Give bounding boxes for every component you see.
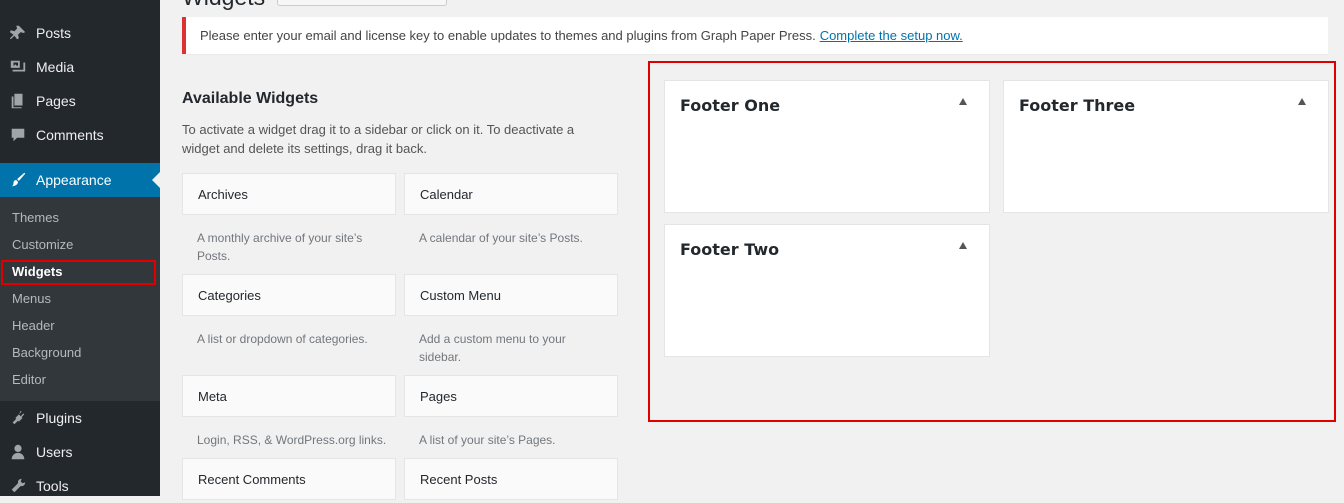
comment-icon bbox=[8, 125, 28, 145]
submenu-item-customize[interactable]: Customize bbox=[12, 235, 73, 255]
appearance-submenu: Themes Customize Widgets Menus Header Ba… bbox=[0, 197, 160, 401]
menu-label: Comments bbox=[36, 127, 104, 143]
widget-pages[interactable]: Pages bbox=[404, 375, 618, 417]
menu-label: Tools bbox=[36, 478, 69, 494]
widget-archives[interactable]: Archives bbox=[182, 173, 396, 215]
current-arrow bbox=[152, 172, 160, 188]
user-icon bbox=[8, 442, 28, 462]
collapse-arrow-icon[interactable] bbox=[1298, 98, 1306, 105]
menu-label: Media bbox=[36, 59, 75, 75]
menu-label: Users bbox=[36, 444, 73, 460]
notice-text: Please enter your email and license key … bbox=[200, 28, 816, 43]
sidebar-footer-three[interactable]: Footer Three bbox=[1003, 80, 1329, 213]
sidebar-title: Footer Two bbox=[680, 240, 780, 259]
widget-custom-menu[interactable]: Custom Menu bbox=[404, 274, 618, 316]
menu-label: Posts bbox=[36, 25, 72, 41]
widget-description: Add a custom menu to your sidebar. bbox=[419, 332, 566, 364]
widget-description: A list or dropdown of categories. bbox=[197, 332, 368, 346]
available-widgets-title: Available Widgets bbox=[182, 90, 319, 107]
widget-recent-comments[interactable]: Recent Comments bbox=[182, 458, 396, 500]
sidebar-footer-two[interactable]: Footer Two bbox=[664, 224, 990, 357]
menu-label: Appearance bbox=[36, 172, 112, 188]
sidebar-title: Footer Three bbox=[1019, 96, 1136, 115]
pages-icon bbox=[8, 91, 28, 111]
submenu-item-menus[interactable]: Menus bbox=[12, 289, 51, 309]
widget-recent-posts[interactable]: Recent Posts bbox=[404, 458, 618, 500]
submenu-item-background[interactable]: Background bbox=[12, 343, 81, 363]
widget-calendar[interactable]: Calendar bbox=[404, 173, 618, 215]
page-title: Widgets bbox=[182, 0, 265, 11]
menu-item-media[interactable]: Media bbox=[0, 50, 160, 84]
wrench-icon bbox=[8, 476, 28, 496]
menu-item-users[interactable]: Users bbox=[0, 435, 160, 469]
media-icon bbox=[8, 57, 28, 77]
menu-label: Plugins bbox=[36, 410, 82, 426]
menu-label: Pages bbox=[36, 93, 76, 109]
menu-item-posts[interactable]: Posts bbox=[0, 16, 160, 50]
menu-item-appearance[interactable]: Appearance bbox=[0, 163, 160, 197]
submenu-item-themes[interactable]: Themes bbox=[12, 208, 59, 228]
widget-description: A calendar of your site’s Posts. bbox=[419, 231, 583, 245]
sidebar-title: Footer One bbox=[680, 96, 781, 115]
menu-item-comments[interactable]: Comments bbox=[0, 118, 160, 152]
widget-categories[interactable]: Categories bbox=[182, 274, 396, 316]
widget-meta[interactable]: Meta bbox=[182, 375, 396, 417]
license-notice: Please enter your email and license key … bbox=[182, 17, 1328, 54]
widget-description: A list of your site’s Pages. bbox=[419, 433, 556, 447]
paintbrush-icon bbox=[8, 170, 28, 190]
widget-description: Login, RSS, & WordPress.org links. bbox=[197, 433, 387, 447]
menu-item-tools[interactable]: Tools bbox=[0, 469, 160, 503]
menu-item-pages[interactable]: Pages bbox=[0, 84, 160, 118]
pin-icon bbox=[8, 23, 28, 43]
submenu-item-editor[interactable]: Editor bbox=[12, 370, 46, 390]
widget-description: A monthly archive of your site’s Posts. bbox=[197, 231, 363, 263]
admin-menu: Posts Media Pages Comments Appearance Th… bbox=[0, 0, 160, 496]
plug-icon bbox=[8, 408, 28, 428]
widgets-highlight-box bbox=[1, 260, 156, 285]
submenu-item-header[interactable]: Header bbox=[12, 316, 55, 336]
manage-button[interactable] bbox=[277, 0, 447, 6]
setup-link[interactable]: Complete the setup now. bbox=[820, 28, 963, 43]
collapse-arrow-icon[interactable] bbox=[959, 98, 967, 105]
available-widgets-description: To activate a widget drag it to a sideba… bbox=[182, 122, 575, 156]
collapse-arrow-icon[interactable] bbox=[959, 242, 967, 249]
menu-item-plugins[interactable]: Plugins bbox=[0, 401, 160, 435]
sidebar-footer-one[interactable]: Footer One bbox=[664, 80, 990, 213]
